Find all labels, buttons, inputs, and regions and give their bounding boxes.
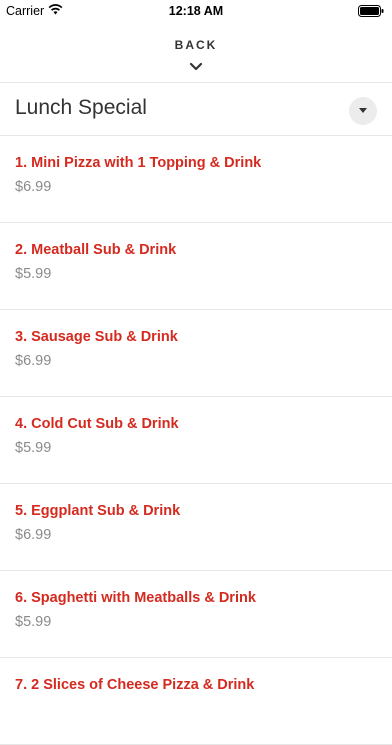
- item-price: $6.99: [15, 179, 52, 195]
- menu-item[interactable]: 4. Cold Cut Sub & Drink $5.99: [0, 397, 392, 484]
- item-price: $6.99: [15, 353, 52, 369]
- status-time: 12:18 AM: [168, 4, 224, 18]
- item-name: 7. 2 Slices of Cheese Pizza & Drink: [15, 677, 255, 693]
- item-name: 4. Cold Cut Sub & Drink: [15, 416, 179, 432]
- menu-item[interactable]: 7. 2 Slices of Cheese Pizza & Drink: [0, 658, 392, 745]
- menu-list: 1. Mini Pizza with 1 Topping & Drink $6.…: [0, 136, 392, 745]
- item-price: $5.99: [15, 614, 52, 630]
- item-name: 3. Sausage Sub & Drink: [15, 329, 178, 345]
- menu-item[interactable]: 5. Eggplant Sub & Drink $6.99: [0, 484, 392, 571]
- item-name: 6. Spaghetti with Meatballs & Drink: [15, 590, 256, 606]
- section-toggle-button[interactable]: [349, 97, 377, 125]
- chevron-down-icon: [189, 58, 203, 76]
- item-price: $5.99: [15, 440, 52, 456]
- back-label: BACK: [174, 38, 218, 52]
- caret-down-icon: [359, 108, 367, 113]
- item-name: 1. Mini Pizza with 1 Topping & Drink: [15, 155, 262, 171]
- menu-item[interactable]: 1. Mini Pizza with 1 Topping & Drink $6.…: [0, 136, 392, 223]
- section-title: Lunch Special: [15, 96, 147, 119]
- status-bar: Carrier 12:18 AM: [0, 0, 392, 22]
- item-price: $6.99: [15, 527, 52, 543]
- item-price: $5.99: [15, 266, 52, 282]
- item-name: 2. Meatball Sub & Drink: [15, 242, 177, 258]
- section-header: Lunch Special: [0, 83, 392, 135]
- back-button[interactable]: BACK: [0, 22, 392, 82]
- menu-item[interactable]: 6. Spaghetti with Meatballs & Drink $5.9…: [0, 571, 392, 658]
- menu-item[interactable]: 2. Meatball Sub & Drink $5.99: [0, 223, 392, 310]
- battery-icon: [358, 5, 384, 20]
- item-name: 5. Eggplant Sub & Drink: [15, 503, 181, 519]
- menu-item[interactable]: 3. Sausage Sub & Drink $6.99: [0, 310, 392, 397]
